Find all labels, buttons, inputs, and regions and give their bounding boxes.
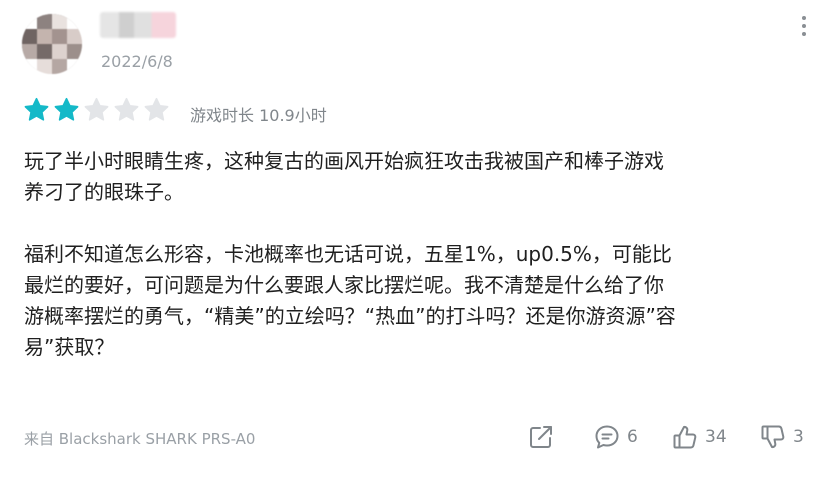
star-icon <box>114 97 139 121</box>
like-count: 34 <box>705 427 727 447</box>
star-icon <box>144 97 169 121</box>
thumbs-down-icon <box>761 425 785 448</box>
comment-count: 6 <box>627 427 638 447</box>
avatar[interactable] <box>22 14 82 74</box>
more-vertical-icon <box>802 16 806 20</box>
review-body: 玩了半小时眼睛生疼，这种复古的画风开始疯狂攻击我被国产和棒子游戏 养刁了的眼珠子… <box>24 146 814 363</box>
dislike-count: 3 <box>793 427 804 447</box>
star-rating <box>22 96 171 124</box>
playtime: 游戏时长 10.9小时 <box>190 106 327 125</box>
star-icon <box>54 97 79 121</box>
review-paragraph: 玩了半小时眼睛生疼，这种复古的画风开始疯狂攻击我被国产和棒子游戏 养刁了的眼珠子… <box>24 149 664 204</box>
thumbs-up-icon <box>673 426 697 449</box>
dislike-button[interactable]: 3 <box>759 423 804 451</box>
star-icon <box>84 97 109 121</box>
comment-button[interactable]: 6 <box>593 423 638 451</box>
share-button[interactable] <box>527 423 555 451</box>
share-icon <box>530 426 552 448</box>
review-date: 2022/6/8 <box>101 52 173 71</box>
review-paragraph: 福利不知道怎么形容，卡池概率也无话可说，五星1%，up0.5%，可能比 最烂的要… <box>24 242 676 359</box>
comment-icon <box>595 425 619 449</box>
username-blurred[interactable] <box>100 12 176 38</box>
like-button[interactable]: 34 <box>671 423 727 451</box>
action-bar: 6 34 3 <box>0 423 837 453</box>
more-options-button[interactable] <box>795 14 813 38</box>
star-icon <box>24 97 49 121</box>
